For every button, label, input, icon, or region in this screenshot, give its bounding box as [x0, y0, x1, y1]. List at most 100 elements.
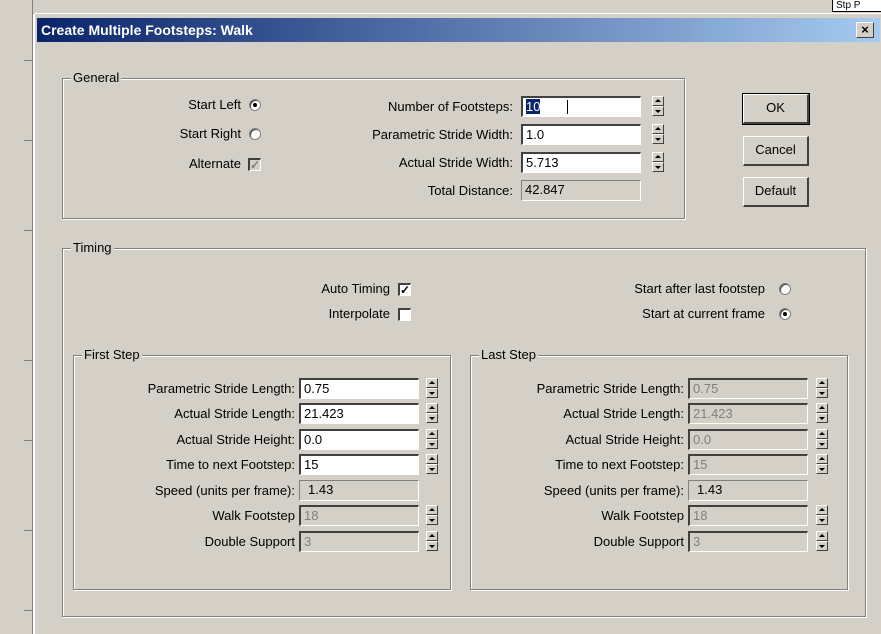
first-actual-stride-height-field[interactable]: 0.0 — [299, 429, 419, 450]
last-speed-label: Speed (units per frame): — [543, 483, 684, 498]
spinner-up[interactable] — [652, 124, 664, 134]
spinner-down[interactable] — [426, 388, 438, 398]
spinner-down[interactable] — [426, 413, 438, 423]
last-actual-stride-height-label: Actual Stride Height: — [565, 432, 684, 447]
spinner-up[interactable] — [426, 378, 438, 388]
last-time-to-next-spinner[interactable] — [816, 454, 828, 475]
general-group-title: General — [71, 70, 122, 86]
spinner-up[interactable] — [816, 531, 828, 541]
last-speed-value: 1.43 — [697, 482, 723, 497]
last-walk-footstep-field[interactable]: 18 — [688, 505, 808, 526]
spinner-down[interactable] — [426, 439, 438, 449]
parametric-stride-width-field[interactable]: 1.0 — [521, 124, 641, 145]
title-bar[interactable]: Create Multiple Footsteps: Walk × — [37, 18, 880, 42]
first-double-support-field[interactable]: 3 — [299, 531, 419, 552]
first-parametric-stride-length-spinner[interactable] — [426, 378, 438, 399]
first-time-to-next-field[interactable]: 15 — [299, 454, 419, 475]
auto-timing-check-icon: ✓ — [400, 283, 411, 297]
spinner-down[interactable] — [426, 541, 438, 551]
first-parametric-stride-length-label: Parametric Stride Length: — [147, 381, 295, 396]
spinner-down[interactable] — [816, 541, 828, 551]
first-speed-label: Speed (units per frame): — [154, 483, 295, 498]
create-footsteps-dialog: Create Multiple Footsteps: Walk × Genera… — [34, 13, 881, 634]
last-actual-stride-height-field[interactable]: 0.0 — [688, 429, 808, 450]
spinner-down[interactable] — [426, 515, 438, 525]
first-double-support-spinner[interactable] — [426, 531, 438, 552]
spinner-down[interactable] — [816, 388, 828, 398]
auto-timing-checkbox[interactable]: ✓ — [398, 283, 411, 296]
number-of-footsteps-label: Number of Footsteps: — [388, 99, 513, 114]
number-of-footsteps-field[interactable]: 10 — [521, 96, 641, 117]
last-actual-stride-length-field[interactable]: 21.423 — [688, 403, 808, 424]
last-parametric-stride-length-spinner[interactable] — [816, 378, 828, 399]
spinner-down[interactable] — [426, 464, 438, 474]
actual-stride-width-spinner[interactable] — [652, 152, 664, 173]
last-parametric-stride-length-label: Parametric Stride Length: — [536, 381, 684, 396]
start-after-last-footstep-radio[interactable] — [779, 283, 791, 295]
last-step-group: Last Step Parametric Stride Length: 0.75… — [470, 347, 848, 590]
spinner-up[interactable] — [426, 505, 438, 515]
first-actual-stride-height-spinner[interactable] — [426, 429, 438, 450]
spinner-down[interactable] — [652, 162, 664, 172]
default-button[interactable]: Default — [743, 177, 809, 207]
spinner-up[interactable] — [426, 531, 438, 541]
interpolate-checkbox[interactable] — [398, 308, 411, 321]
actual-stride-width-field[interactable]: 5.713 — [521, 152, 641, 173]
first-actual-stride-length-field[interactable]: 21.423 — [299, 403, 419, 424]
first-actual-stride-length-spinner[interactable] — [426, 403, 438, 424]
spinner-up[interactable] — [816, 378, 828, 388]
spinner-up[interactable] — [652, 152, 664, 162]
first-step-group: First Step Parametric Stride Length: 0.7… — [73, 347, 451, 590]
last-parametric-stride-length-value: 0.75 — [693, 381, 719, 396]
first-walk-footstep-spinner[interactable] — [426, 505, 438, 526]
first-double-support-value: 3 — [304, 534, 312, 549]
last-time-to-next-field[interactable]: 15 — [688, 454, 808, 475]
first-time-to-next-spinner[interactable] — [426, 454, 438, 475]
ok-button[interactable]: OK — [742, 93, 810, 125]
spinner-up[interactable] — [652, 96, 664, 106]
timing-group-title: Timing — [71, 240, 114, 256]
last-walk-footstep-value: 18 — [693, 508, 708, 523]
spinner-up[interactable] — [426, 429, 438, 439]
spinner-up[interactable] — [816, 429, 828, 439]
spinner-down[interactable] — [816, 515, 828, 525]
close-button[interactable]: × — [856, 22, 874, 38]
number-of-footsteps-spinner[interactable] — [652, 96, 664, 117]
spinner-up[interactable] — [426, 454, 438, 464]
cancel-button[interactable]: Cancel — [743, 136, 809, 166]
spinner-down[interactable] — [652, 106, 664, 116]
last-time-to-next-label: Time to next Footstep: — [555, 457, 684, 472]
first-parametric-stride-length-value: 0.75 — [304, 381, 330, 396]
last-actual-stride-length-value: 21.423 — [693, 406, 733, 421]
last-parametric-stride-length-field[interactable]: 0.75 — [688, 378, 808, 399]
last-double-support-value: 3 — [693, 534, 701, 549]
first-actual-stride-height-value: 0.0 — [304, 432, 323, 447]
parametric-stride-width-spinner[interactable] — [652, 124, 664, 145]
first-speed-field: 1.43 — [299, 480, 419, 501]
spinner-down[interactable] — [816, 464, 828, 474]
start-left-label: Start Left — [188, 97, 241, 112]
start-left-radio[interactable] — [249, 99, 261, 111]
start-at-current-frame-radio[interactable] — [779, 308, 791, 320]
last-step-title: Last Step — [479, 347, 538, 363]
spinner-down[interactable] — [816, 413, 828, 423]
spinner-up[interactable] — [816, 403, 828, 413]
spinner-up[interactable] — [426, 403, 438, 413]
last-double-support-field[interactable]: 3 — [688, 531, 808, 552]
total-distance-field: 42.847 — [521, 180, 641, 201]
first-parametric-stride-length-field[interactable]: 0.75 — [299, 378, 419, 399]
last-actual-stride-height-spinner[interactable] — [816, 429, 828, 450]
alternate-checkbox[interactable]: ✓ — [248, 158, 261, 171]
last-double-support-spinner[interactable] — [816, 531, 828, 552]
spinner-up[interactable] — [816, 505, 828, 515]
last-walk-footstep-spinner[interactable] — [816, 505, 828, 526]
spinner-down[interactable] — [652, 134, 664, 144]
start-right-radio[interactable] — [249, 128, 261, 140]
last-actual-stride-length-spinner[interactable] — [816, 403, 828, 424]
first-walk-footstep-value: 18 — [304, 508, 319, 523]
first-walk-footstep-field[interactable]: 18 — [299, 505, 419, 526]
actual-stride-width-label: Actual Stride Width: — [398, 155, 513, 170]
spinner-down[interactable] — [816, 439, 828, 449]
text-cursor — [567, 100, 568, 114]
spinner-up[interactable] — [816, 454, 828, 464]
